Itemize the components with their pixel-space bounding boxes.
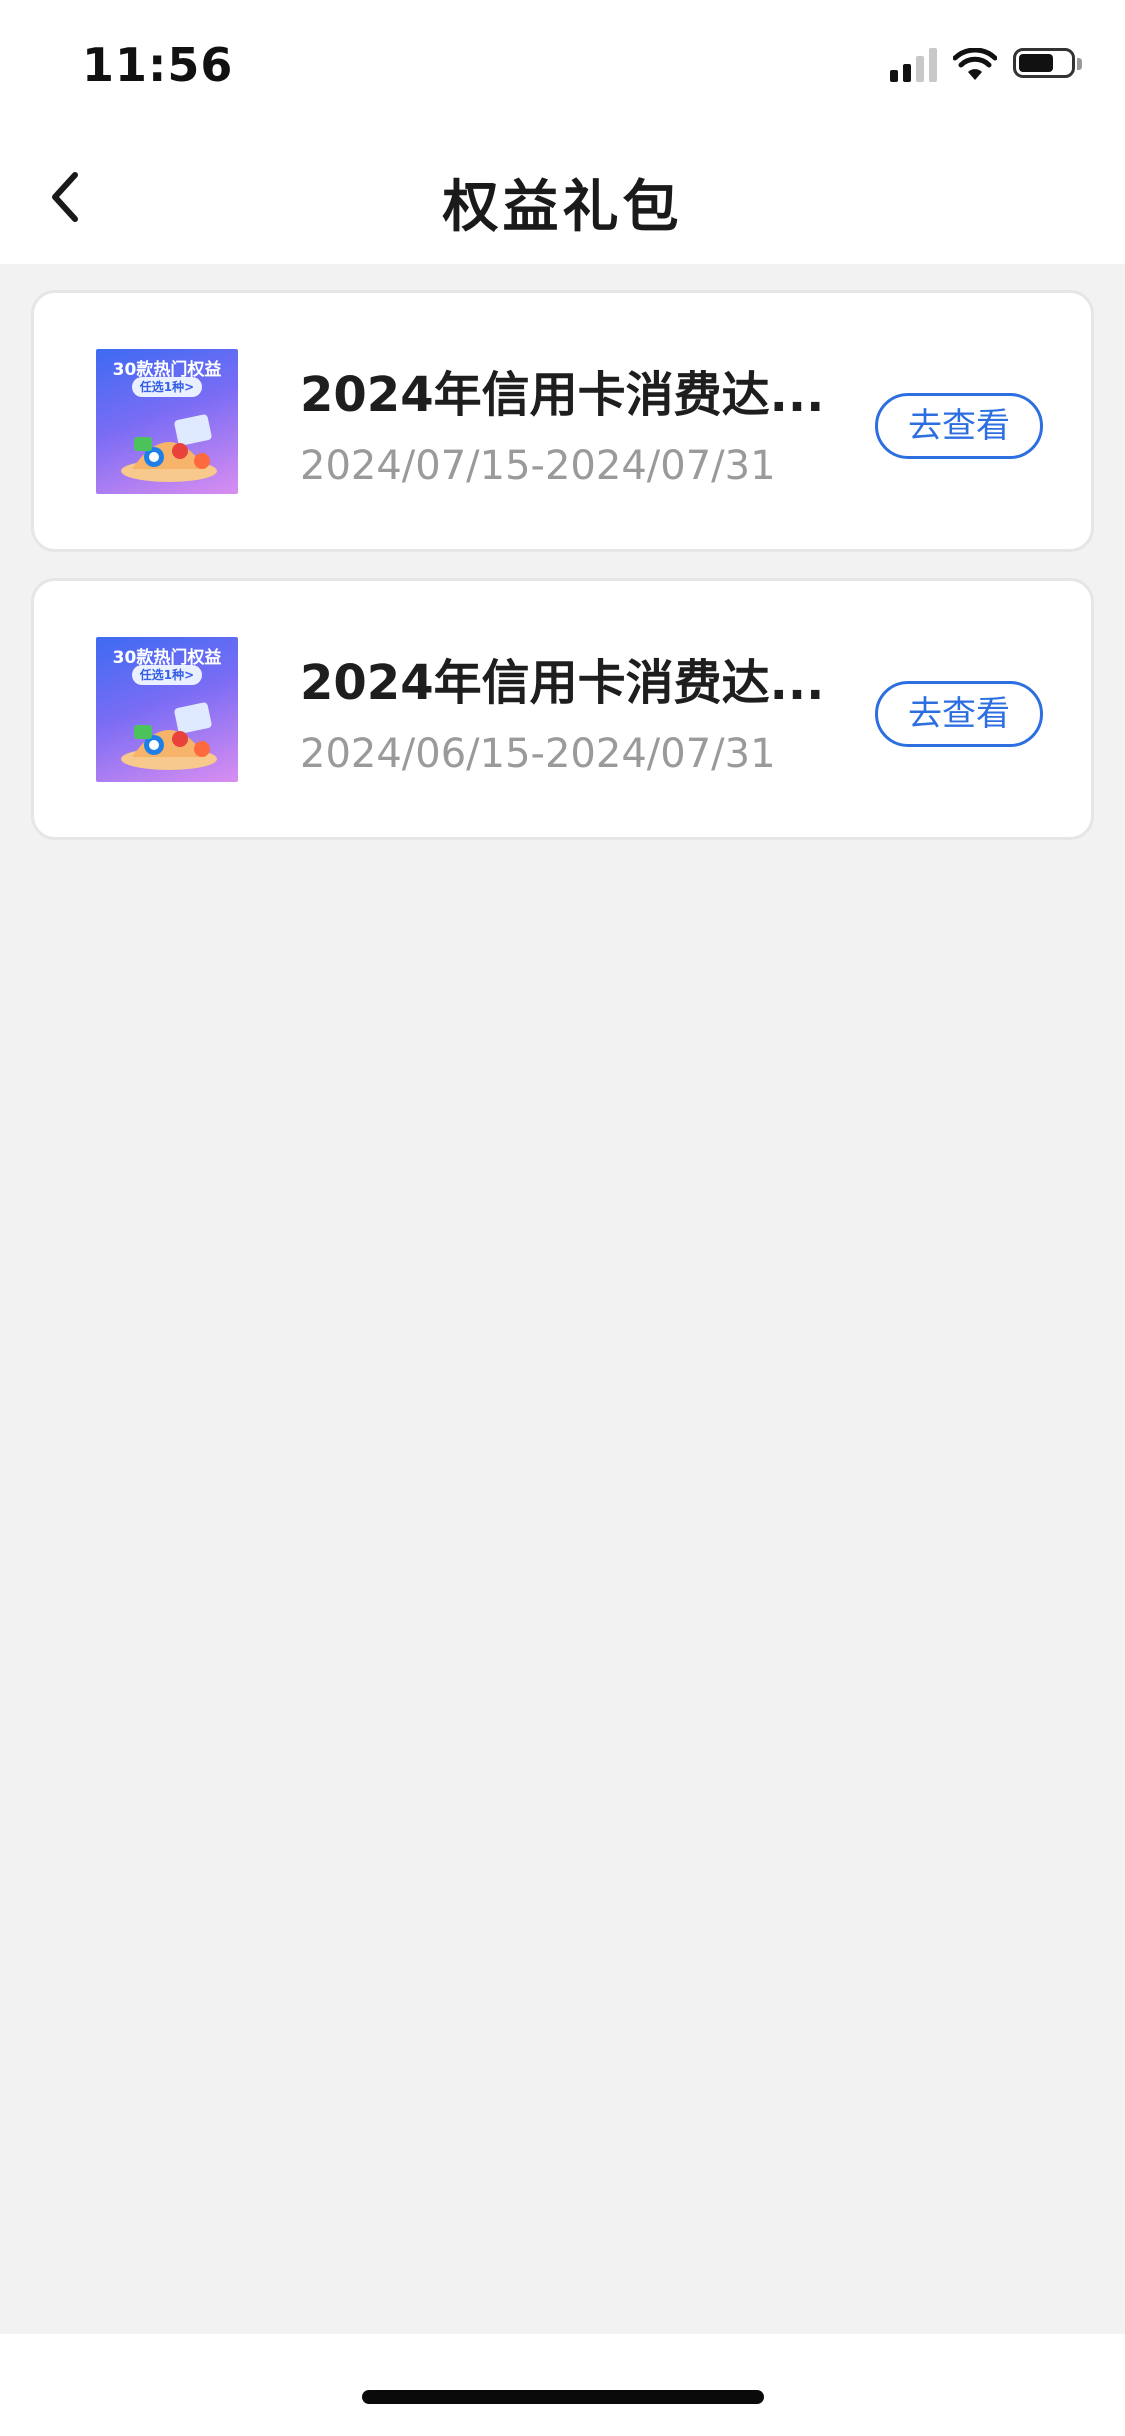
package-title: 2024年信用卡消费达... [300, 367, 820, 423]
cellular-signal-icon [890, 48, 937, 82]
home-indicator-area [0, 2334, 1125, 2436]
package-date-range: 2024/06/15-2024/07/31 [300, 731, 776, 777]
gift-illustration-icon [121, 414, 217, 482]
view-button[interactable]: 去查看 [875, 681, 1043, 747]
home-indicator[interactable] [362, 2390, 764, 2404]
wifi-icon [953, 48, 997, 80]
gift-illustration-icon [121, 702, 217, 770]
view-button[interactable]: 去查看 [875, 393, 1043, 459]
package-date-range: 2024/07/15-2024/07/31 [300, 443, 776, 489]
navigation-bar: 权益礼包 [0, 132, 1125, 264]
status-bar: 11:56 [0, 0, 1125, 132]
package-list: 30款热门权益 任选1种> 2024年信用卡消费达... 2024/07/15-… [31, 290, 1094, 866]
status-time: 11:56 [82, 38, 234, 92]
status-icons [890, 48, 1083, 82]
thumbnail-pill: 任选1种> [132, 665, 202, 685]
package-card[interactable]: 30款热门权益 任选1种> 2024年信用卡消费达... 2024/06/15-… [31, 578, 1094, 840]
thumbnail-pill: 任选1种> [132, 377, 202, 397]
package-thumbnail: 30款热门权益 任选1种> [96, 637, 238, 782]
package-title: 2024年信用卡消费达... [300, 655, 820, 711]
battery-icon [1013, 48, 1083, 82]
package-card[interactable]: 30款热门权益 任选1种> 2024年信用卡消费达... 2024/07/15-… [31, 290, 1094, 552]
package-thumbnail: 30款热门权益 任选1种> [96, 349, 238, 494]
page-title: 权益礼包 [442, 175, 683, 240]
